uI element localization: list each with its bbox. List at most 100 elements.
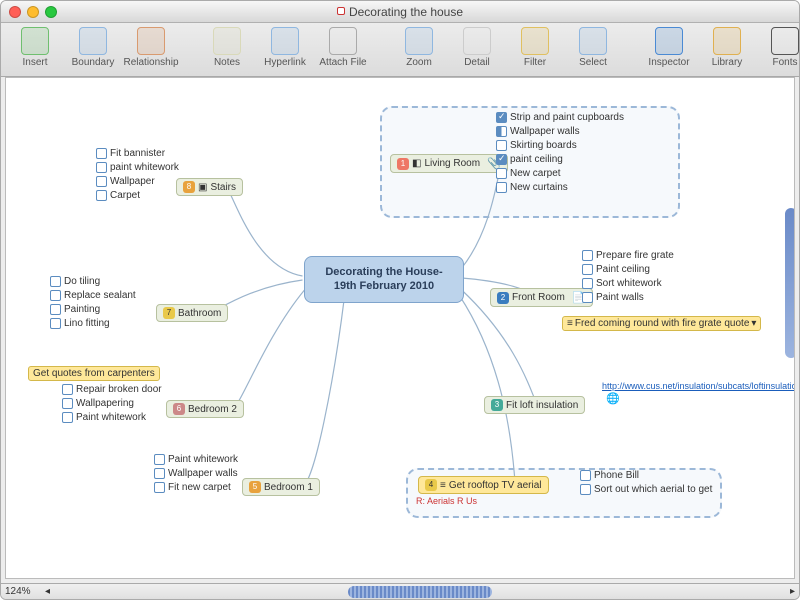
zoom-level[interactable]: 124%	[5, 586, 45, 597]
checkbox-icon[interactable]	[496, 126, 507, 137]
task-item[interactable]: New curtains	[496, 182, 624, 193]
node-bathroom[interactable]: 7Bathroom	[156, 304, 228, 322]
horizontal-scrollbar[interactable]	[58, 586, 782, 598]
task-item[interactable]: Fit new carpet	[154, 482, 238, 493]
task-item[interactable]: Replace sealant	[50, 290, 136, 301]
task-item[interactable]: Sort whitework	[582, 278, 674, 289]
window-title: Decorating the house	[1, 5, 799, 19]
task-item[interactable]: New carpet	[496, 168, 624, 179]
statusbar: 124% ◂ ▸	[1, 583, 799, 599]
checkbox-icon[interactable]	[582, 278, 593, 289]
checkbox-icon[interactable]	[582, 250, 593, 261]
node-living-room[interactable]: 1◧Living Room📎	[390, 154, 508, 173]
modified-icon	[337, 7, 345, 15]
toolbar-filter[interactable]: Filter	[511, 27, 559, 68]
note-icon: ≡	[567, 318, 573, 329]
checkbox-icon[interactable]	[496, 168, 507, 179]
task-item[interactable]: Strip and paint cupboards	[496, 112, 624, 123]
toolbar-library[interactable]: Library	[703, 27, 751, 68]
checkbox-icon[interactable]	[154, 482, 165, 493]
globe-icon: 🌐	[606, 393, 620, 405]
checkbox-icon[interactable]	[496, 154, 507, 165]
task-item[interactable]: Sort out which aerial to get	[580, 484, 712, 495]
task-item[interactable]: Prepare fire grate	[582, 250, 674, 261]
toolbar-inspector[interactable]: Inspector	[645, 27, 693, 68]
checkbox-icon[interactable]	[96, 176, 107, 187]
relationship-label: R: Aerials R Us	[416, 496, 477, 506]
task-item[interactable]: Phone Bill	[580, 470, 712, 481]
mindmap-canvas[interactable]: Decorating the House- 19th February 2010…	[5, 77, 795, 579]
children-living-room: Strip and paint cupboards Wallpaper walls…	[496, 112, 624, 193]
task-item[interactable]: Skirting boards	[496, 140, 624, 151]
toolbar-insert[interactable]: Insert	[11, 27, 59, 68]
vertical-scrollbar[interactable]	[785, 208, 795, 358]
checkbox-icon[interactable]	[96, 190, 107, 201]
node-bedroom2[interactable]: 6Bedroom 2	[166, 400, 244, 418]
half-icon: ◧	[412, 158, 421, 169]
task-item[interactable]: Paint whitework	[154, 454, 238, 465]
children-stairs: Fit bannister paint whitework Wallpaper Car…	[96, 148, 179, 201]
link-loft[interactable]: http://www.cus.net/insulation/subcats/lo…	[602, 380, 795, 405]
task-item[interactable]: Do tiling	[50, 276, 136, 287]
toolbar-attach-file[interactable]: Attach File	[319, 27, 367, 68]
task-item[interactable]: paint whitework	[96, 162, 179, 173]
checkbox-icon[interactable]	[62, 412, 73, 423]
checkbox-icon[interactable]	[50, 318, 61, 329]
node-bedroom1[interactable]: 5Bedroom 1	[242, 478, 320, 496]
note-front-room: ≡Fred coming round with fire grate quote…	[562, 316, 761, 331]
task-item[interactable]: Lino fitting	[50, 318, 136, 329]
cube-icon: ▣	[198, 182, 207, 193]
node-loft[interactable]: 3Fit loft insulation	[484, 396, 585, 414]
checkbox-icon[interactable]	[50, 304, 61, 315]
app-window: Decorating the house InsertBoundaryRelat…	[0, 0, 800, 600]
toolbar-notes[interactable]: Notes	[203, 27, 251, 68]
task-item[interactable]: Paint ceiling	[582, 264, 674, 275]
toolbar-zoom[interactable]: Zoom	[395, 27, 443, 68]
task-item[interactable]: Wallpaper	[96, 176, 179, 187]
checkbox-icon[interactable]	[50, 276, 61, 287]
toolbar-select[interactable]: Select	[569, 27, 617, 68]
toolbar-relationship[interactable]: Relationship	[127, 27, 175, 68]
titlebar: Decorating the house	[1, 1, 799, 23]
children-bedroom1: Paint whitework Wallpaper walls Fit new ca…	[154, 454, 238, 493]
children-bathroom: Do tiling Replace sealant Painting Lino fit…	[50, 276, 136, 329]
checkbox-icon[interactable]	[580, 470, 591, 481]
task-item[interactable]: Paint whitework	[62, 412, 162, 423]
checkbox-icon[interactable]	[96, 148, 107, 159]
chevron-left-icon[interactable]: ◂	[45, 586, 50, 597]
task-item[interactable]: Wallpapering	[62, 398, 162, 409]
checkbox-icon[interactable]	[582, 264, 593, 275]
task-item[interactable]: Painting	[50, 304, 136, 315]
checkbox-icon[interactable]	[496, 112, 507, 123]
task-item[interactable]: Paint walls	[582, 292, 674, 303]
children-bedroom2: Repair broken door Wallpapering Paint whit…	[62, 384, 162, 423]
toolbar-boundary[interactable]: Boundary	[69, 27, 117, 68]
children-front-room: Prepare fire grate Paint ceiling Sort whit…	[582, 250, 674, 303]
checkbox-icon[interactable]	[496, 140, 507, 151]
toolbar-detail[interactable]: Detail	[453, 27, 501, 68]
checkbox-icon[interactable]	[154, 468, 165, 479]
node-stairs[interactable]: 8▣Stairs	[176, 178, 243, 196]
node-aerial[interactable]: 4≡Get rooftop TV aerial	[418, 476, 549, 494]
task-item[interactable]: paint ceiling	[496, 154, 624, 165]
task-item[interactable]: Repair broken door	[62, 384, 162, 395]
task-item[interactable]: Wallpaper walls	[496, 126, 624, 137]
notes-icon: ≡	[440, 480, 446, 491]
checkbox-icon[interactable]	[62, 384, 73, 395]
central-topic[interactable]: Decorating the House- 19th February 2010	[304, 256, 464, 303]
checkbox-icon[interactable]	[580, 484, 591, 495]
toolbar-hyperlink[interactable]: Hyperlink	[261, 27, 309, 68]
toolbar-fonts[interactable]: Fonts	[761, 27, 800, 68]
checkbox-icon[interactable]	[496, 182, 507, 193]
node-front-room[interactable]: 2Front Room📄	[490, 288, 593, 307]
checkbox-icon[interactable]	[582, 292, 593, 303]
chevron-right-icon[interactable]: ▸	[790, 586, 795, 597]
checkbox-icon[interactable]	[96, 162, 107, 173]
checkbox-icon[interactable]	[50, 290, 61, 301]
checkbox-icon[interactable]	[62, 398, 73, 409]
task-item[interactable]: Fit bannister	[96, 148, 179, 159]
toolbar: InsertBoundaryRelationship NotesHyperlin…	[1, 23, 799, 77]
checkbox-icon[interactable]	[154, 454, 165, 465]
task-item[interactable]: Carpet	[96, 190, 179, 201]
task-item[interactable]: Wallpaper walls	[154, 468, 238, 479]
